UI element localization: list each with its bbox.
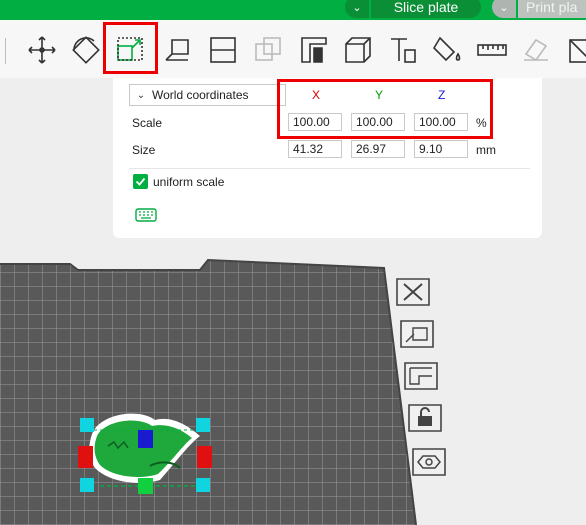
panel-divider	[129, 168, 530, 169]
build-plate[interactable]	[0, 258, 420, 525]
boolean-tool-icon[interactable]	[250, 32, 286, 68]
support-paint-icon[interactable]	[296, 32, 332, 68]
toolbar	[0, 20, 586, 78]
z-scale-handle[interactable]	[138, 430, 153, 448]
slice-plate-button[interactable]: Slice plate	[371, 0, 481, 18]
seam-paint-icon[interactable]	[340, 32, 376, 68]
keyboard-icon[interactable]	[135, 208, 157, 222]
coordinate-system-select[interactable]: ⌄ World coordinates	[129, 84, 286, 106]
scale-label: Scale	[132, 116, 163, 130]
top-bar: ⌄ Slice plate ⌄ Print pla	[0, 0, 586, 20]
coordinate-system-label: World coordinates	[152, 88, 249, 102]
checkmark-icon	[135, 177, 146, 186]
print-plate-button[interactable]: Print pla	[518, 0, 586, 18]
lay-on-face-icon[interactable]	[160, 32, 196, 68]
text-tool-icon[interactable]	[385, 32, 421, 68]
slice-button-group: ⌄ Slice plate	[345, 0, 481, 18]
auto-orient-icon[interactable]	[398, 318, 436, 350]
lock-icon[interactable]	[406, 402, 444, 434]
size-z-field[interactable]: 9.10	[414, 140, 468, 158]
print-dropdown-icon[interactable]: ⌄	[492, 0, 516, 18]
plate-settings-icon[interactable]	[410, 446, 448, 478]
size-label: Size	[132, 143, 156, 157]
scale-handle[interactable]	[196, 478, 210, 492]
scale-handle[interactable]	[80, 418, 94, 432]
color-paint-icon[interactable]	[430, 32, 466, 68]
close-plate-icon[interactable]	[394, 276, 432, 308]
uniform-scale-checkbox[interactable]	[133, 174, 148, 189]
chevron-down-icon: ⌄	[136, 89, 146, 101]
slice-dropdown-icon[interactable]: ⌄	[345, 0, 369, 18]
toolbar-divider	[5, 38, 6, 64]
x-scale-handle[interactable]	[197, 446, 212, 468]
cut-tool-icon[interactable]	[205, 32, 241, 68]
move-tool-icon[interactable]	[24, 32, 60, 68]
rotate-tool-icon[interactable]	[68, 32, 104, 68]
more-tool-icon[interactable]	[562, 32, 586, 68]
size-x-field[interactable]: 41.32	[288, 140, 342, 158]
uniform-scale-label: uniform scale	[153, 175, 225, 189]
y-scale-handle[interactable]	[138, 478, 153, 494]
xyz-scale-highlight	[277, 79, 493, 139]
measure-tool-icon[interactable]	[474, 32, 510, 68]
size-unit: mm	[476, 143, 496, 157]
size-y-field[interactable]: 26.97	[351, 140, 405, 158]
assembly-tool-icon[interactable]	[518, 32, 554, 68]
arrange-icon[interactable]	[402, 360, 440, 392]
print-button-group: ⌄ Print pla	[492, 0, 586, 18]
scale-tool-highlight	[103, 22, 158, 74]
scale-handle[interactable]	[196, 418, 210, 432]
scale-handle[interactable]	[80, 478, 94, 492]
x-scale-handle[interactable]	[78, 446, 93, 468]
